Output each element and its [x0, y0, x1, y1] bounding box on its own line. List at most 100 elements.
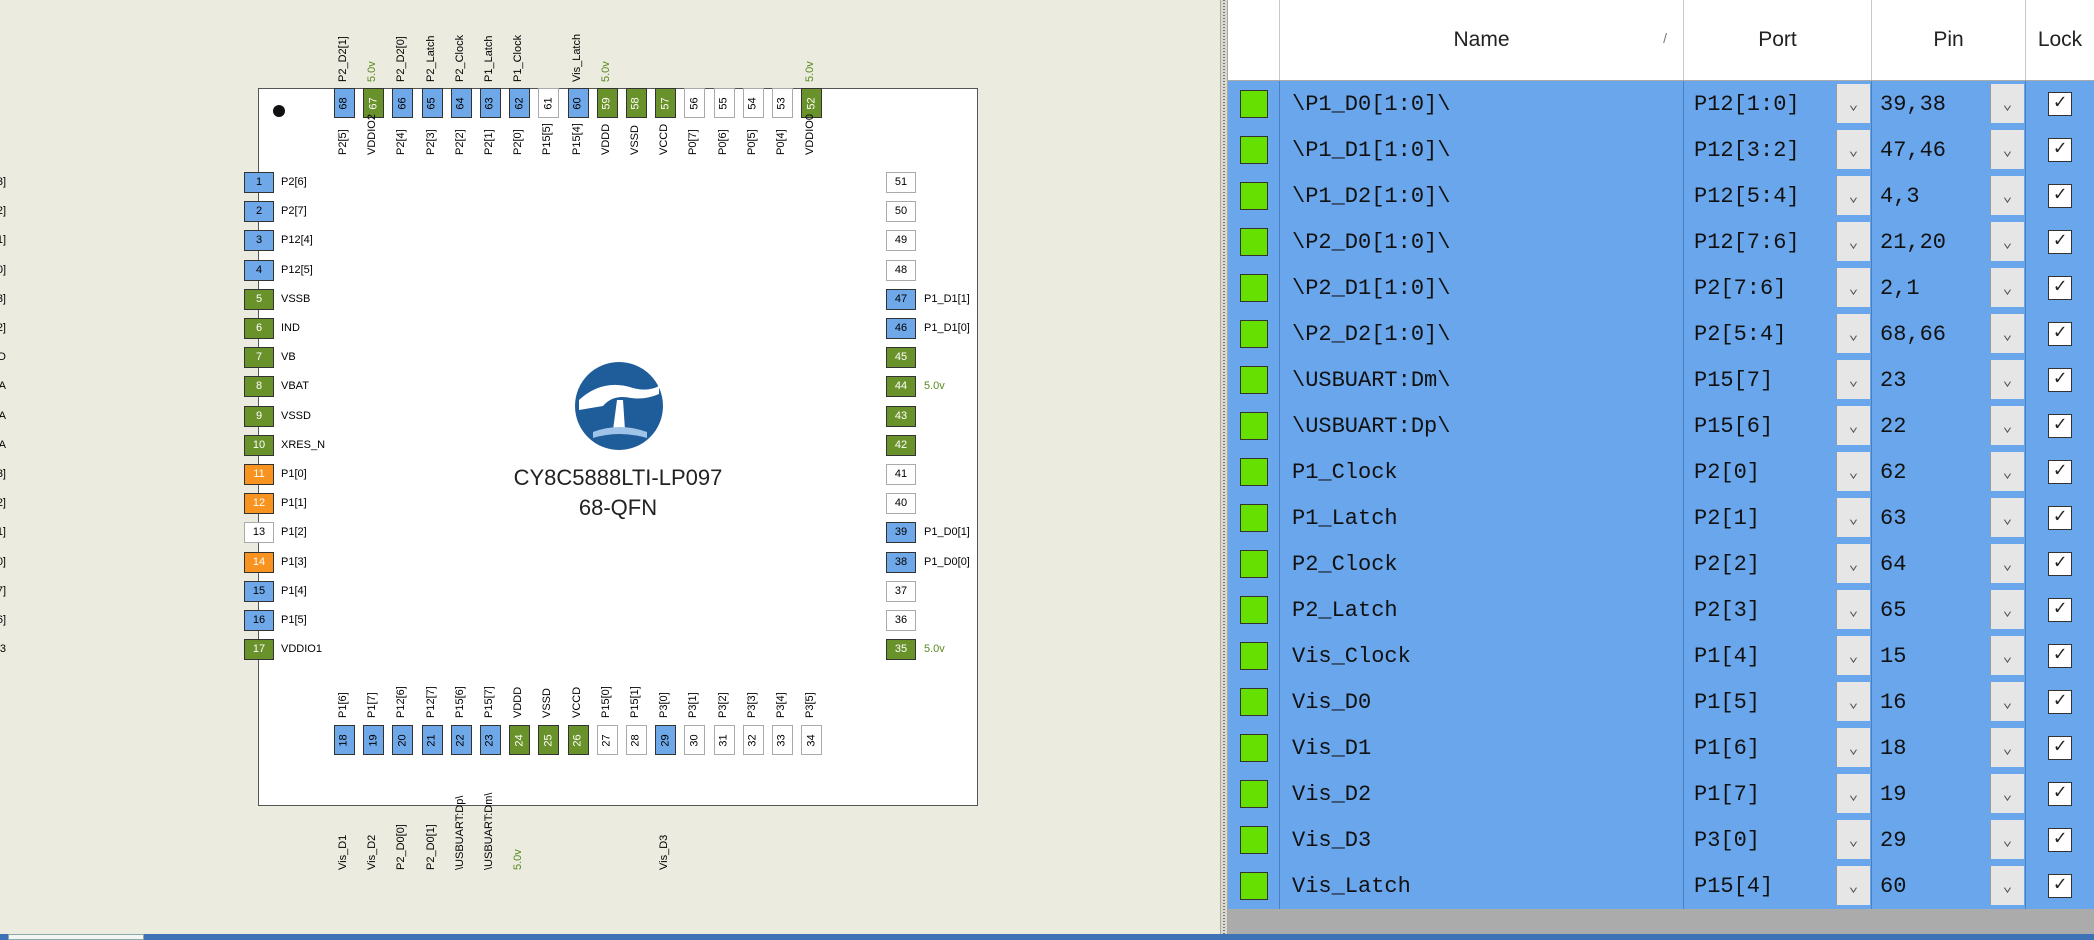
chip-pin-53[interactable]: 53 [772, 88, 793, 118]
chevron-down-icon[interactable]: ⌄ [1990, 452, 2024, 491]
chevron-down-icon[interactable]: ⌄ [1990, 268, 2024, 307]
row-name-cell[interactable]: Vis_D2 [1280, 771, 1684, 817]
header-pin[interactable]: Pin [1872, 0, 2026, 80]
row-name-cell[interactable]: Vis_D3 [1280, 817, 1684, 863]
table-row[interactable]: P1_Latch P2[1] ⌄ 63 ⌄ ✓ [1228, 495, 2094, 541]
chip-pin-19[interactable]: 19 [363, 725, 385, 755]
chevron-down-icon[interactable]: ⌄ [1990, 84, 2024, 123]
chip-pin-40[interactable]: 40 [886, 493, 916, 515]
table-row[interactable]: \P1_D2[1:0]\ P12[5:4] ⌄ 4,3 ⌄ ✓ [1228, 173, 2094, 219]
chip-pin-62[interactable]: 62 [509, 88, 531, 118]
row-pin-select[interactable]: 4,3 ⌄ [1872, 173, 2026, 219]
chevron-down-icon[interactable]: ⌄ [1836, 130, 1870, 169]
table-row[interactable]: \P2_D2[1:0]\ P2[5:4] ⌄ 68,66 ⌄ ✓ [1228, 311, 2094, 357]
chip-pin-7[interactable]: 7 [244, 347, 274, 369]
chip-pin-35[interactable]: 35 [886, 639, 916, 661]
chip-pin-5[interactable]: 5 [244, 288, 274, 310]
row-name-cell[interactable]: P1_Latch [1280, 495, 1684, 541]
row-pin-select[interactable]: 63 ⌄ [1872, 495, 2026, 541]
chevron-down-icon[interactable]: ⌄ [1990, 728, 2024, 767]
chip-pin-26[interactable]: 26 [567, 725, 589, 755]
row-pin-select[interactable]: 39,38 ⌄ [1872, 81, 2026, 127]
lock-checkbox[interactable]: ✓ [2048, 276, 2072, 300]
chevron-down-icon[interactable]: ⌄ [1836, 498, 1870, 537]
panel-splitter[interactable] [1220, 0, 1228, 940]
chip-pin-58[interactable]: 58 [626, 88, 647, 118]
table-row[interactable]: P2_Clock P2[2] ⌄ 64 ⌄ ✓ [1228, 541, 2094, 587]
lock-checkbox[interactable]: ✓ [2048, 230, 2072, 254]
row-pin-select[interactable]: 21,20 ⌄ [1872, 219, 2026, 265]
chevron-down-icon[interactable]: ⌄ [1836, 820, 1870, 859]
chip-pin-25[interactable]: 25 [538, 725, 560, 755]
bottom-tab[interactable] [8, 934, 144, 940]
row-port-select[interactable]: P15[7] ⌄ [1684, 357, 1872, 403]
chip-pin-8[interactable]: 8 [244, 376, 274, 398]
row-name-cell[interactable]: P2_Latch [1280, 587, 1684, 633]
table-row[interactable]: \USBUART:Dp\ P15[6] ⌄ 22 ⌄ ✓ [1228, 403, 2094, 449]
chip-pin-59[interactable]: 59 [596, 88, 618, 118]
table-row[interactable]: P2_Latch P2[3] ⌄ 65 ⌄ ✓ [1228, 587, 2094, 633]
table-row[interactable]: \P1_D0[1:0]\ P12[1:0] ⌄ 39,38 ⌄ ✓ [1228, 81, 2094, 127]
chip-pin-21[interactable]: 21 [421, 725, 443, 755]
chip-pin-2[interactable]: 2 [244, 201, 274, 223]
row-pin-select[interactable]: 68,66 ⌄ [1872, 311, 2026, 357]
row-name-cell[interactable]: \P2_D0[1:0]\ [1280, 219, 1684, 265]
lock-checkbox[interactable]: ✓ [2048, 368, 2072, 392]
chip-pin-36[interactable]: 36 [886, 610, 916, 631]
chevron-down-icon[interactable]: ⌄ [1836, 544, 1870, 583]
chevron-down-icon[interactable]: ⌄ [1836, 682, 1870, 721]
chip-pin-42[interactable]: 42 [886, 434, 916, 456]
chevron-down-icon[interactable]: ⌄ [1836, 774, 1870, 813]
row-name-cell[interactable]: Vis_Clock [1280, 633, 1684, 679]
lock-checkbox[interactable]: ✓ [2048, 598, 2072, 622]
chip-pin-6[interactable]: 6 [244, 318, 274, 339]
chip-pin-44[interactable]: 44 [886, 376, 916, 398]
chip-pin-12[interactable]: 12 [244, 493, 274, 515]
row-port-select[interactable]: P15[4] ⌄ [1684, 863, 1872, 909]
row-name-cell[interactable]: \P1_D0[1:0]\ [1280, 81, 1684, 127]
row-pin-select[interactable]: 29 ⌄ [1872, 817, 2026, 863]
chip-pin-51[interactable]: 51 [886, 172, 916, 193]
chip-pin-32[interactable]: 32 [742, 725, 764, 755]
row-pin-select[interactable]: 47,46 ⌄ [1872, 127, 2026, 173]
chip-pin-47[interactable]: 47 [886, 288, 916, 310]
chevron-down-icon[interactable]: ⌄ [1990, 682, 2024, 721]
chip-pin-56[interactable]: 56 [684, 88, 706, 118]
chip-pin-46[interactable]: 46 [886, 318, 916, 339]
row-port-select[interactable]: P3[0] ⌄ [1684, 817, 1872, 863]
chip-pin-17[interactable]: 17 [244, 639, 274, 661]
header-name[interactable]: Name / [1280, 0, 1684, 80]
row-port-select[interactable]: P1[6] ⌄ [1684, 725, 1872, 771]
chevron-down-icon[interactable]: ⌄ [1990, 176, 2024, 215]
lock-checkbox[interactable]: ✓ [2048, 138, 2072, 162]
table-row[interactable]: P1_Clock P2[0] ⌄ 62 ⌄ ✓ [1228, 449, 2094, 495]
chip-pin-16[interactable]: 16 [244, 610, 274, 631]
row-pin-select[interactable]: 22 ⌄ [1872, 403, 2026, 449]
chip-pin-43[interactable]: 43 [886, 405, 916, 427]
chip-pin-68[interactable]: 68 [334, 88, 355, 118]
chevron-down-icon[interactable]: ⌄ [1990, 820, 2024, 859]
chip-pin-39[interactable]: 39 [886, 522, 916, 544]
chevron-down-icon[interactable]: ⌄ [1836, 406, 1870, 445]
row-name-cell[interactable]: \P2_D1[1:0]\ [1280, 265, 1684, 311]
row-port-select[interactable]: P12[1:0] ⌄ [1684, 81, 1872, 127]
lock-checkbox[interactable]: ✓ [2048, 322, 2072, 346]
row-port-select[interactable]: P12[5:4] ⌄ [1684, 173, 1872, 219]
chip-pin-23[interactable]: 23 [480, 725, 501, 755]
chip-pin-50[interactable]: 50 [886, 201, 916, 223]
chip-pin-31[interactable]: 31 [713, 725, 735, 755]
chip-pin-13[interactable]: 13 [244, 522, 274, 544]
chip-pin-41[interactable]: 41 [886, 464, 916, 485]
chevron-down-icon[interactable]: ⌄ [1836, 452, 1870, 491]
row-port-select[interactable]: P2[5:4] ⌄ [1684, 311, 1872, 357]
table-row[interactable]: Vis_Clock P1[4] ⌄ 15 ⌄ ✓ [1228, 633, 2094, 679]
chevron-down-icon[interactable]: ⌄ [1990, 406, 2024, 445]
chip-pin-34[interactable]: 34 [801, 725, 823, 755]
chip-pin-27[interactable]: 27 [596, 725, 618, 755]
table-row[interactable]: Vis_D2 P1[7] ⌄ 19 ⌄ ✓ [1228, 771, 2094, 817]
chip-pin-48[interactable]: 48 [886, 259, 916, 281]
chevron-down-icon[interactable]: ⌄ [1836, 314, 1870, 353]
chip-pin-45[interactable]: 45 [886, 347, 916, 369]
row-pin-select[interactable]: 23 ⌄ [1872, 357, 2026, 403]
lock-checkbox[interactable]: ✓ [2048, 184, 2072, 208]
